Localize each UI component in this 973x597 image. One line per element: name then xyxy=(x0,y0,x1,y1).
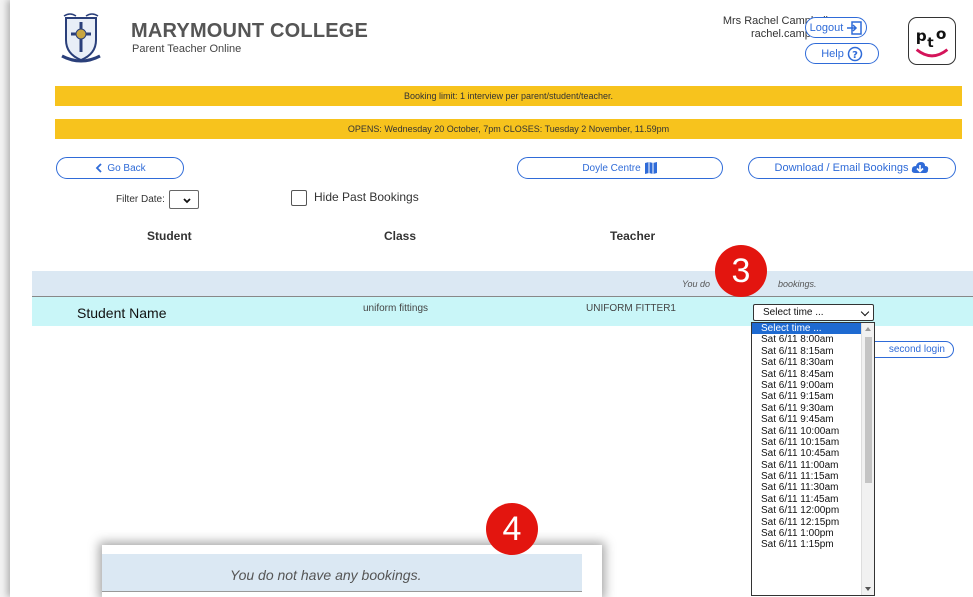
time-option[interactable]: Sat 6/11 9:00am xyxy=(752,380,862,391)
chevron-left-icon xyxy=(96,163,102,173)
help-label: Help xyxy=(821,47,844,60)
college-title: MARYMOUNT COLLEGE xyxy=(131,20,369,42)
time-option[interactable]: Sat 6/11 10:15am xyxy=(752,437,862,448)
class-name: uniform fittings xyxy=(363,303,429,314)
header-student: Student xyxy=(147,229,192,243)
no-bookings-text-left: You do xyxy=(682,279,711,289)
second-login-button[interactable]: second login xyxy=(862,341,954,358)
page: MARYMOUNT COLLEGE Parent Teacher Online … xyxy=(10,0,973,597)
time-option[interactable]: Sat 6/11 10:00am xyxy=(752,426,862,437)
time-option[interactable]: Sat 6/11 9:45am xyxy=(752,414,862,425)
scroll-down-icon[interactable] xyxy=(865,587,871,591)
time-option[interactable]: Sat 6/11 12:00pm xyxy=(752,505,862,516)
time-option[interactable]: Sat 6/11 8:15am xyxy=(752,346,862,357)
scroll-up-icon[interactable] xyxy=(865,327,871,331)
step-callout-3: 3 xyxy=(715,245,767,297)
svg-text:o: o xyxy=(936,25,947,43)
hide-past-bookings-label: Hide Past Bookings xyxy=(314,190,419,204)
booking-dates-banner: OPENS: Wednesday 20 October, 7pm CLOSES:… xyxy=(55,119,962,139)
dropdown-scrollbar[interactable] xyxy=(861,323,874,595)
zoomed-inset: You do not have any bookings. xyxy=(102,545,602,597)
time-option[interactable]: Sat 6/11 1:15pm xyxy=(752,539,862,550)
time-option[interactable]: Sat 6/11 12:15pm xyxy=(752,517,862,528)
help-icon: ? xyxy=(847,46,863,61)
college-subtitle: Parent Teacher Online xyxy=(132,43,242,55)
time-option[interactable]: Sat 6/11 11:30am xyxy=(752,482,862,493)
time-option[interactable]: Sat 6/11 11:00am xyxy=(752,460,862,471)
time-select-value: Select time ... xyxy=(763,307,824,318)
map-icon xyxy=(644,162,657,174)
venue-label: Doyle Centre xyxy=(582,162,641,174)
teacher-name: UNIFORM FITTER1 xyxy=(586,303,676,314)
logout-label: Logout xyxy=(809,21,844,34)
go-back-label: Go Back xyxy=(107,162,146,174)
help-button[interactable]: Help ? xyxy=(805,43,879,64)
second-login-label: second login xyxy=(888,344,945,355)
time-options: Select time ... Sat 6/11 8:00am Sat 6/11 8… xyxy=(752,323,874,551)
go-back-button[interactable]: Go Back xyxy=(56,157,184,179)
time-option[interactable]: Sat 6/11 10:45am xyxy=(752,448,862,459)
time-option[interactable]: Sat 6/11 9:15am xyxy=(752,391,862,402)
time-select[interactable]: Select time ... xyxy=(753,304,874,321)
header-class: Class xyxy=(384,229,417,243)
student-name: Student Name xyxy=(77,305,167,321)
booking-limit-banner: Booking limit: 1 interview per parent/st… xyxy=(55,86,962,106)
logout-icon xyxy=(847,20,863,35)
download-label: Download / Email Bookings xyxy=(774,162,909,174)
scrollbar-thumb[interactable] xyxy=(865,337,872,483)
header-teacher: Teacher xyxy=(610,229,656,243)
pto-logo: p t o xyxy=(908,17,956,65)
college-crest-logo xyxy=(61,13,101,63)
filter-date-select[interactable] xyxy=(169,190,199,209)
venue-map-button[interactable]: Doyle Centre xyxy=(517,157,723,179)
filter-date-label: Filter Date: xyxy=(116,194,165,205)
time-options-list[interactable]: Select time ... Sat 6/11 8:00am Sat 6/11 8… xyxy=(751,322,875,596)
download-email-bookings-button[interactable]: Download / Email Bookings xyxy=(748,157,956,179)
time-option[interactable]: Sat 6/11 1:00pm xyxy=(752,528,862,539)
logout-button[interactable]: Logout xyxy=(805,17,867,38)
cloud-download-icon xyxy=(912,162,929,173)
step-callout-4: 4 xyxy=(486,503,538,555)
time-option[interactable]: Select time ... xyxy=(752,323,862,335)
chevron-down-icon xyxy=(860,307,870,317)
no-bookings-row xyxy=(32,271,973,296)
time-option[interactable]: Sat 6/11 9:30am xyxy=(752,403,862,414)
time-option[interactable]: Sat 6/11 8:30am xyxy=(752,357,862,368)
svg-text:t: t xyxy=(927,36,934,51)
time-option[interactable]: Sat 6/11 8:45am xyxy=(752,369,862,380)
svg-text:p: p xyxy=(916,27,927,45)
svg-text:?: ? xyxy=(852,50,858,61)
hide-past-bookings-checkbox[interactable] xyxy=(291,190,307,206)
time-option[interactable]: Sat 6/11 8:00am xyxy=(752,334,862,345)
inset-no-bookings-text: You do not have any bookings. xyxy=(230,567,422,583)
time-option[interactable]: Sat 6/11 11:45am xyxy=(752,494,862,505)
no-bookings-text-right: bookings. xyxy=(778,279,817,289)
time-option[interactable]: Sat 6/11 11:15am xyxy=(752,471,862,482)
chevron-down-icon xyxy=(183,198,191,204)
